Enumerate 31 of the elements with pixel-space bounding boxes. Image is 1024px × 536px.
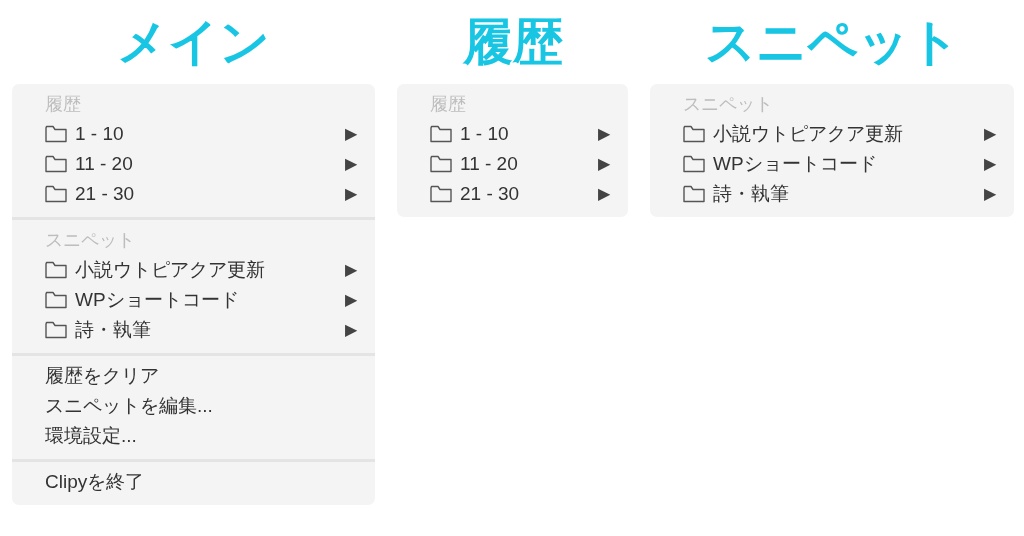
menu-item[interactable]: スニペットを編集... — [12, 391, 375, 421]
menu-item[interactable]: 11 - 20 ▶ — [397, 149, 628, 179]
panel-title: スニペット — [704, 17, 960, 67]
folder-icon — [45, 261, 67, 279]
folder-icon — [45, 321, 67, 339]
folder-icon — [45, 185, 67, 203]
menu-item[interactable]: 1 - 10 ▶ — [12, 119, 375, 149]
menu-item[interactable]: WPショートコード ▶ — [650, 149, 1014, 179]
menu-item[interactable]: WPショートコード ▶ — [12, 285, 375, 315]
menu-item[interactable]: 11 - 20 ▶ — [12, 149, 375, 179]
folder-icon — [45, 125, 67, 143]
folder-icon — [683, 185, 705, 203]
menu-item[interactable]: 詩・執筆 ▶ — [650, 179, 1014, 209]
menu-item[interactable]: 詩・執筆 ▶ — [12, 315, 375, 345]
panel-title: メイン — [117, 17, 270, 67]
panel-title: 履歴 — [462, 17, 563, 67]
folder-icon — [430, 155, 452, 173]
menu-item[interactable]: 小説ウトピアクア更新 ▶ — [12, 255, 375, 285]
folder-icon — [430, 125, 452, 143]
folder-icon — [683, 155, 705, 173]
menu-item[interactable]: 環境設定... — [12, 421, 375, 451]
menu-item[interactable]: Clipyを終了 — [12, 467, 375, 497]
folder-icon — [45, 291, 67, 309]
menu-item[interactable]: 21 - 30 ▶ — [12, 179, 375, 209]
menu-item[interactable]: 小説ウトピアクア更新 ▶ — [650, 119, 1014, 149]
menu-item[interactable]: 履歴をクリア — [12, 361, 375, 391]
menu-item[interactable]: 21 - 30 ▶ — [397, 179, 628, 209]
folder-icon — [683, 125, 705, 143]
menu-item[interactable]: 1 - 10 ▶ — [397, 119, 628, 149]
folder-icon — [45, 155, 67, 173]
folder-icon — [430, 185, 452, 203]
